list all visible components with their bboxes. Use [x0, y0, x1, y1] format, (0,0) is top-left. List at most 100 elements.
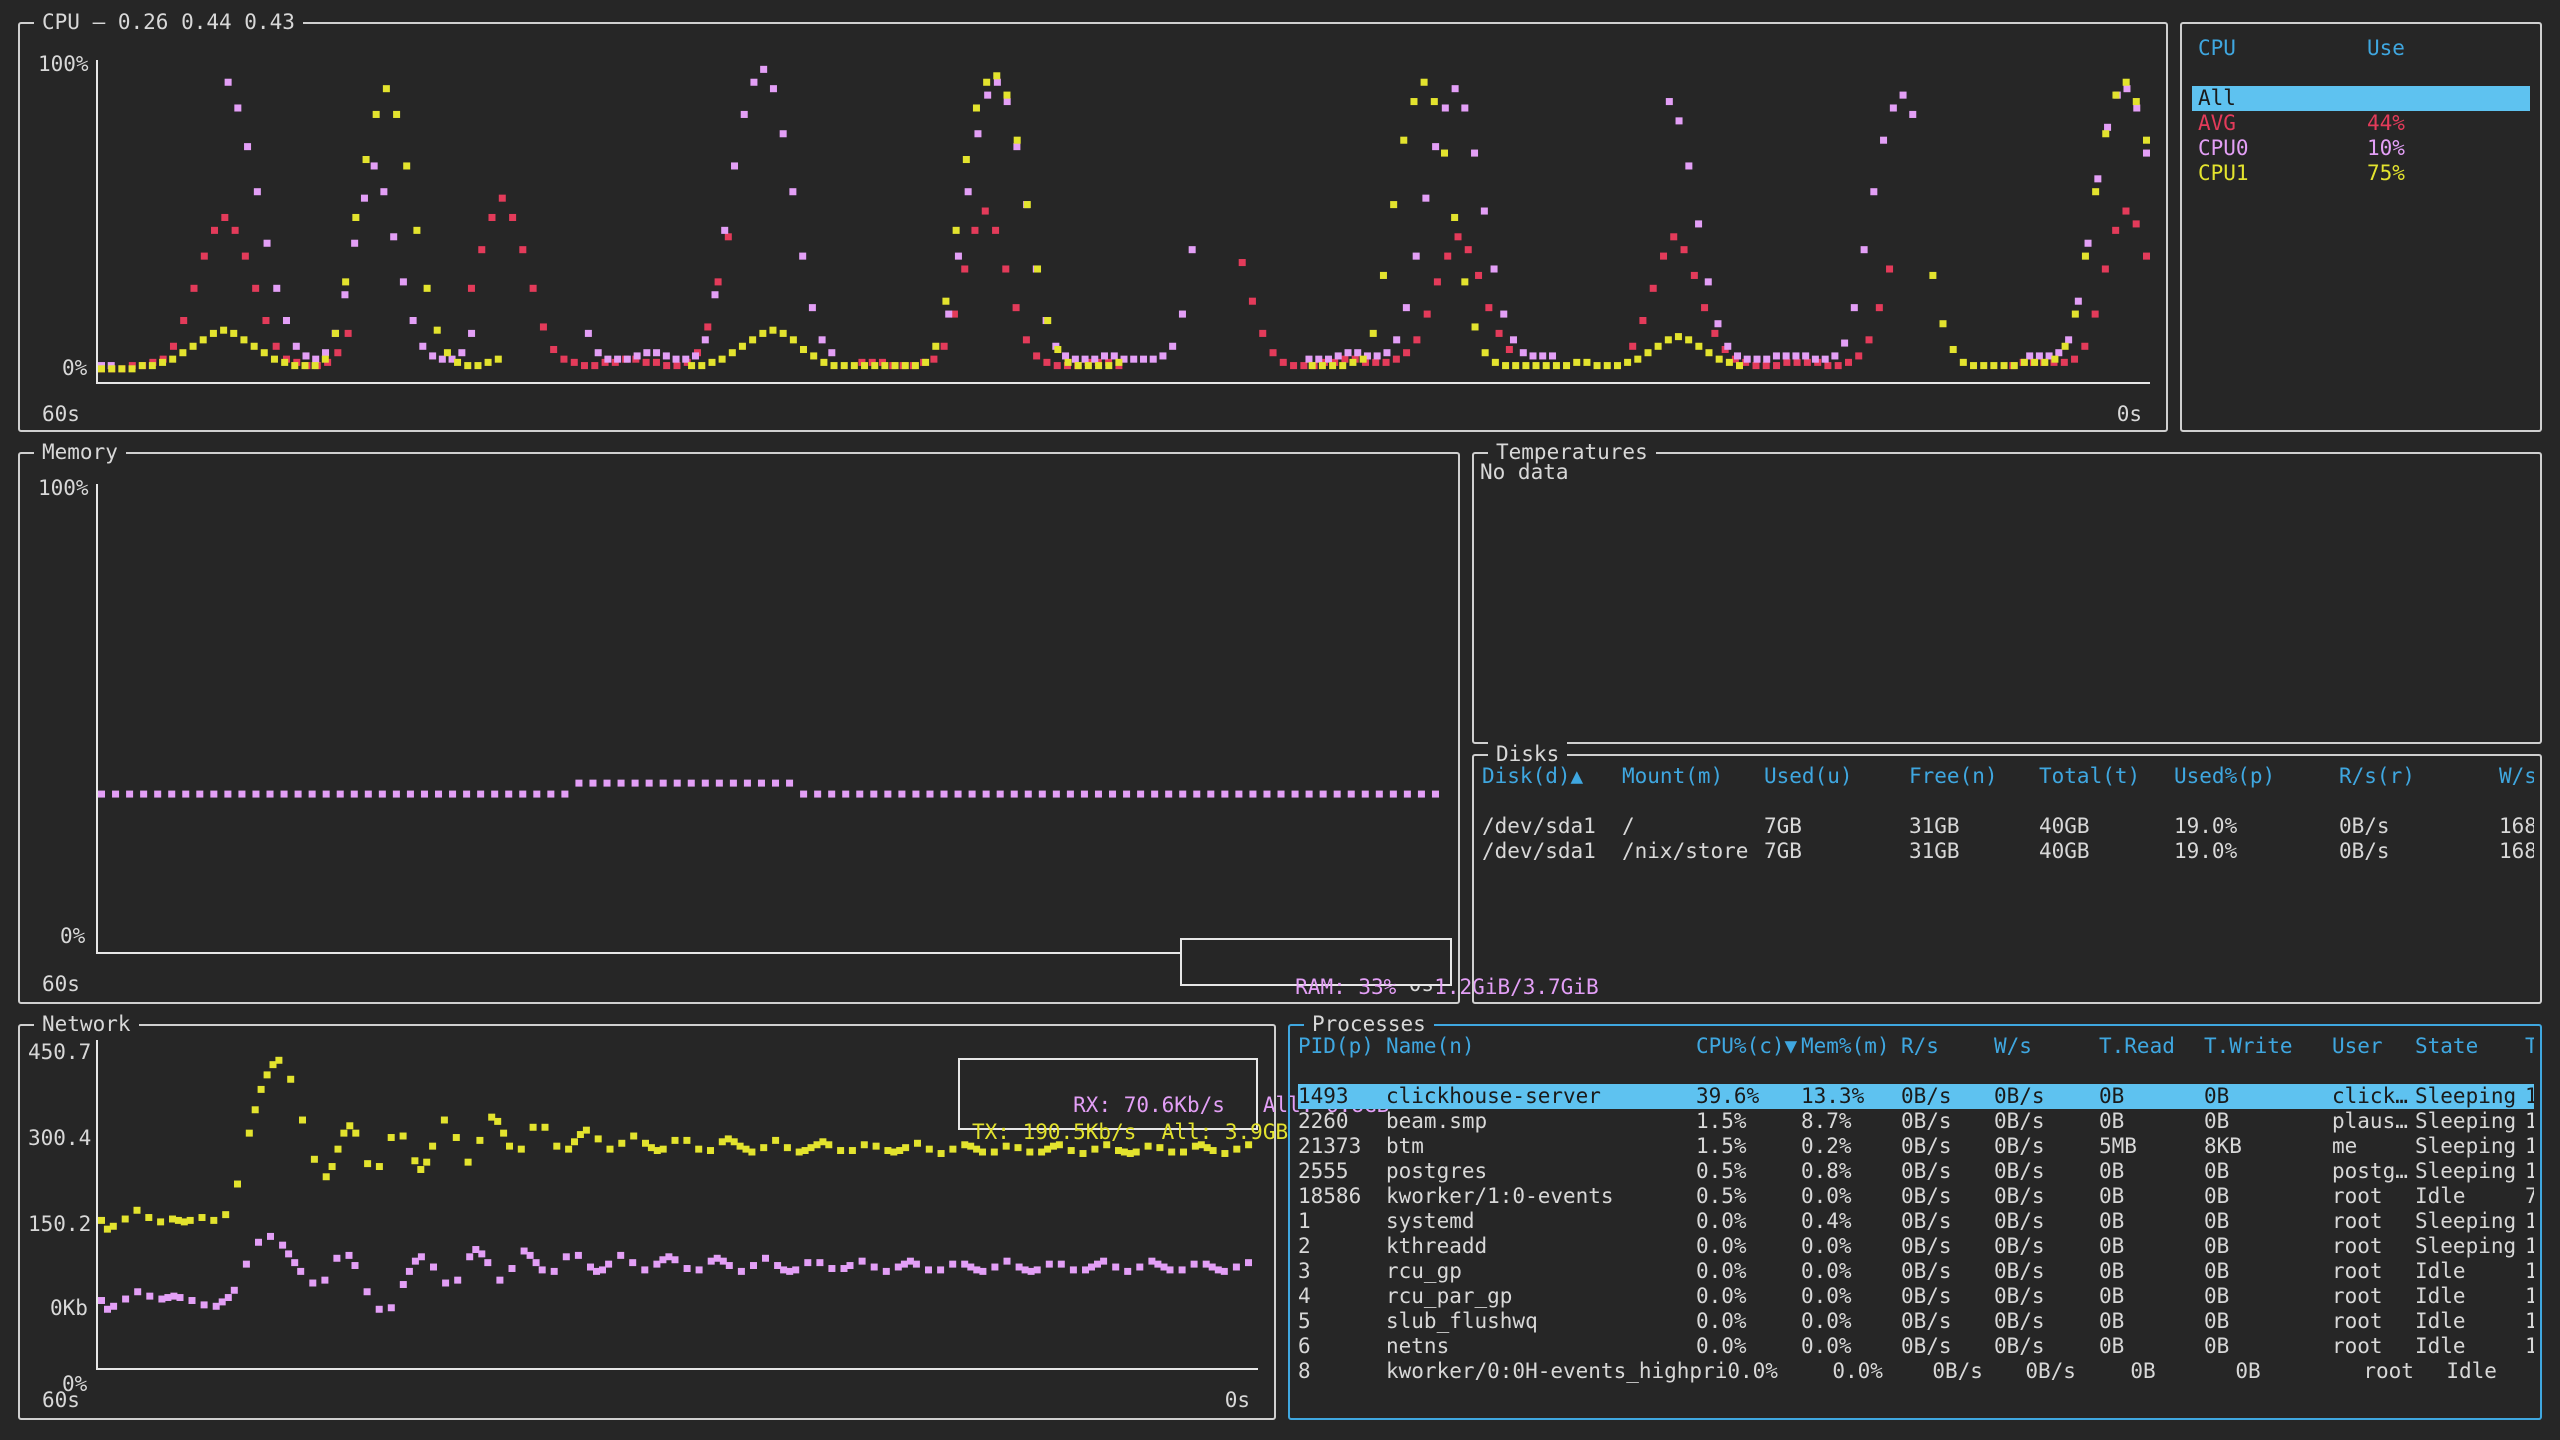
- processes-table-cell: 0B/s: [1901, 1159, 1952, 1183]
- rx-rate-label: RX: 70.6Kb/s: [1073, 1093, 1225, 1117]
- disks-table-col-header[interactable]: Free(n): [1909, 764, 2039, 789]
- processes-table-cell: me: [2332, 1134, 2358, 1158]
- cpu-y-axis-top: 100%: [38, 52, 89, 76]
- disks-table-col-header[interactable]: Disk(d)▲: [1482, 764, 1622, 789]
- disks-table-row[interactable]: /dev/sda1/nix/store 7GB 31GB 40GB 19.0% 0B/s 1…: [1482, 839, 2534, 864]
- processes-table-row[interactable]: 3 rcu_gp 0.0% 0.0% 0B/s 0B/s 0B 0B root Idle 1d 2…: [1298, 1259, 2534, 1284]
- processes-table-cell: Idle: [2415, 1284, 2466, 1308]
- cpu-graph-panel[interactable]: CPU — 0.26 0.44 0.43 100% 0% 60s 0s: [18, 10, 2168, 432]
- processes-panel[interactable]: Processes PID(p) Name(n) CPU%(c)▼ Mem%(m) R/…: [1288, 1012, 2542, 1420]
- cpu-legend-name: AVG: [2198, 111, 2236, 135]
- processes-table-row[interactable]: 2555 postgres 0.5% 0.8% 0B/s 0B/s 0B 0B postg… Sl…: [1298, 1159, 2534, 1184]
- processes-table-col-header[interactable]: Mem%(m): [1801, 1034, 1901, 1059]
- cpu-legend-panel[interactable]: CPU Use All AVG 44% CPU0 10% CPU1 75%: [2180, 22, 2542, 432]
- processes-table-cell: postg…: [2332, 1159, 2408, 1183]
- processes-table-cell: 6: [1298, 1334, 1311, 1358]
- disks-table[interactable]: Disk(d)▲ Mount(m) Used(u) Free(n) Total(t) Us…: [1482, 764, 2534, 864]
- processes-table-cell: 1.5%: [1696, 1134, 1747, 1158]
- processes-table-cell: 0.0%: [1801, 1334, 1852, 1358]
- temperatures-panel[interactable]: Temperatures No data: [1472, 440, 2542, 744]
- disks-table-row[interactable]: /dev/sda1 / 7GB 31GB 40GB 19.0% 0B/s 168KB/s: [1482, 814, 2534, 839]
- disks-table-col-header[interactable]: W/s(w): [2499, 764, 2534, 789]
- disks-panel[interactable]: Disks Disk(d)▲ Mount(m) Used(u) Free(n) Tota…: [1472, 742, 2542, 1004]
- processes-table-row[interactable]: 4 rcu_par_gp 0.0% 0.0% 0B/s 0B/s 0B 0B root Idle 1…: [1298, 1284, 2534, 1309]
- processes-table-cell: click…: [2332, 1084, 2408, 1108]
- processes-table-col-header[interactable]: PID(p): [1298, 1034, 1386, 1059]
- processes-table-cell: 8.7%: [1801, 1109, 1852, 1133]
- processes-table-cell: 5MB: [2099, 1134, 2137, 1158]
- processes-table-row[interactable]: 2 kthreadd 0.0% 0.0% 0B/s 0B/s 0B 0B root Sleepin…: [1298, 1234, 2534, 1259]
- processes-table-cell: 0B/s: [1901, 1334, 1952, 1358]
- processes-table-cell: 0B: [2235, 1359, 2261, 1383]
- processes-table-header[interactable]: PID(p) Name(n) CPU%(c)▼ Mem%(m) R/s W/s T.Read…: [1298, 1034, 2534, 1059]
- disks-table-col-header[interactable]: Used(u): [1764, 764, 1909, 789]
- processes-table-spacer: [1298, 1059, 2534, 1084]
- processes-table-cell: Sleeping: [2415, 1109, 2517, 1133]
- processes-table-col-header[interactable]: User: [2332, 1034, 2415, 1059]
- network-legend-box: RX: 70.6Kb/s All: 6.8GB TX: 190.5Kb/s Al…: [958, 1058, 1389, 1144]
- processes-table-cell: kworker/0:0H-events_highpri: [1386, 1359, 1728, 1383]
- processes-table-cell: 0.2%: [1801, 1134, 1852, 1158]
- processes-table-cell: 0.0%: [1696, 1309, 1747, 1333]
- processes-table-row[interactable]: 1 systemd 0.0% 0.4% 0B/s 0B/s 0B 0B root Sleeping…: [1298, 1209, 2534, 1234]
- processes-table-row[interactable]: 5 slub_flushwq 0.0% 0.0% 0B/s 0B/s 0B 0B root Idl…: [1298, 1309, 2534, 1334]
- cpu-legend-row-all[interactable]: All: [2192, 86, 2530, 111]
- processes-table-cell: 0B: [2204, 1284, 2230, 1308]
- cpu-legend-use: 10%: [2367, 136, 2405, 160]
- processes-table-cell: 0B/s: [1901, 1234, 1952, 1258]
- processes-table-col-header[interactable]: Name(n): [1386, 1034, 1696, 1059]
- disks-table-col-header[interactable]: R/s(r): [2339, 764, 2499, 789]
- processes-table-cell: kthreadd: [1386, 1234, 1488, 1258]
- processes-table-row[interactable]: 2260 beam.smp 1.5% 8.7% 0B/s 0B/s 0B 0B plaus… Sl…: [1298, 1109, 2534, 1134]
- memory-graph-panel[interactable]: Memory 100% 0% 60s 0s RAM: 33% 1.2GiB/3.…: [18, 440, 1599, 1396]
- disks-table-col-header[interactable]: Mount(m): [1622, 764, 1764, 789]
- disks-table-cell: 31GB: [1909, 839, 1960, 863]
- disks-table-cell: 168KB/s: [2499, 839, 2534, 863]
- processes-table-cell: clickhouse-server: [1386, 1084, 1601, 1108]
- processes-table-cell: 0.0%: [1727, 1359, 1778, 1383]
- disks-table-cell: 7GB: [1764, 814, 1802, 838]
- processes-table-col-header[interactable]: W/s: [1994, 1034, 2099, 1059]
- processes-table-cell: 0B: [2099, 1184, 2125, 1208]
- processes-table-cell: 0.0%: [1801, 1234, 1852, 1258]
- processes-table-cell: 8: [1298, 1359, 1311, 1383]
- disks-table-cell: /dev/sda1: [1482, 814, 1596, 838]
- cpu-legend-table[interactable]: CPU Use All AVG 44% CPU0 10% CPU1 75%: [2192, 36, 2530, 186]
- processes-table-col-header[interactable]: T.Read: [2099, 1034, 2204, 1059]
- processes-table-row[interactable]: 1493 clickhouse-server 39.6% 13.3% 0B/s 0B/s 0…: [1298, 1084, 2534, 1109]
- processes-table-cell: 0.0%: [1801, 1284, 1852, 1308]
- disks-table-col-header[interactable]: Total(t): [2039, 764, 2174, 789]
- processes-table-row[interactable]: 6 netns 0.0% 0.0% 0B/s 0B/s 0B 0B root Idle 1d 2…: [1298, 1334, 2534, 1359]
- processes-table-cell: 21373: [1298, 1134, 1362, 1158]
- processes-table-col-header[interactable]: R/s: [1901, 1034, 1994, 1059]
- processes-table-cell: Idle: [2415, 1184, 2466, 1208]
- tx-rate-label: TX: 190.5Kb/s: [972, 1120, 1137, 1144]
- processes-table-row[interactable]: 8 kworker/0:0H-events_highpri 0.0% 0.0% 0B/s…: [1298, 1359, 2534, 1384]
- processes-table-cell: 0B/s: [1901, 1309, 1952, 1333]
- cpu-legend-name: All: [2198, 86, 2236, 110]
- network-graph-area: 450.7 300.4 150.2 0Kb 60s 0s RX: 70.6Kb/s A…: [20, 1026, 1389, 1418]
- processes-table[interactable]: PID(p) Name(n) CPU%(c)▼ Mem%(m) R/s W/s T.Read…: [1298, 1034, 2534, 1384]
- cpu-legend-name: CPU1: [2198, 161, 2249, 185]
- network-graph-panel[interactable]: Network 450.7 300.4 150.2 0Kb 60s 0s RX: 70…: [18, 1012, 1389, 1420]
- tx-total-label: All: 3.9GB: [1161, 1120, 1289, 1144]
- disks-table-header[interactable]: Disk(d)▲ Mount(m) Used(u) Free(n) Total(t) Us…: [1482, 764, 2534, 789]
- processes-table-col-header[interactable]: T.Write: [2204, 1034, 2332, 1059]
- cpu-y-axis-bottom: 0%: [62, 356, 88, 380]
- processes-table-cell: 0B: [2204, 1159, 2230, 1183]
- processes-table-col-header[interactable]: State: [2415, 1034, 2525, 1059]
- processes-table-cell: 0B: [2099, 1109, 2125, 1133]
- processes-table-col-header[interactable]: Time: [2525, 1034, 2534, 1059]
- cpu-legend-row-cpu0[interactable]: CPU0 10%: [2192, 136, 2530, 161]
- cpu-legend-row-avg[interactable]: AVG 44%: [2192, 111, 2530, 136]
- processes-table-col-header[interactable]: CPU%(c)▼: [1696, 1034, 1801, 1059]
- processes-table-row[interactable]: 21373 btm 1.5% 0.2% 0B/s 0B/s 5MB 8KB me Sleeping…: [1298, 1134, 2534, 1159]
- processes-table-cell: 1d 2…: [2525, 1209, 2534, 1233]
- cpu-legend-row-cpu1[interactable]: CPU1 75%: [2192, 161, 2530, 186]
- processes-table-cell: 0B/s: [1994, 1334, 2045, 1358]
- processes-table-row[interactable]: 18586 kworker/1:0-events 0.5% 0.0% 0B/s 0B/s 0…: [1298, 1184, 2534, 1209]
- processes-table-cell: 3: [1298, 1259, 1311, 1283]
- processes-table-cell: 2555: [1298, 1159, 1349, 1183]
- processes-table-cell: 0B/s: [1994, 1109, 2045, 1133]
- disks-table-col-header[interactable]: Used%(p): [2174, 764, 2339, 789]
